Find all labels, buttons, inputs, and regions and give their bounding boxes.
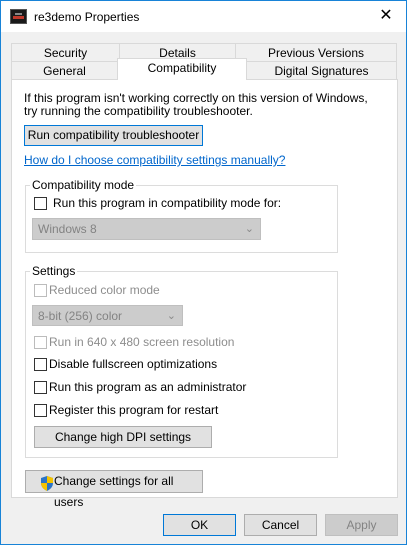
window-title: re3demo Properties (34, 10, 140, 24)
compatibility-mode-label: Compatibility mode (30, 178, 137, 192)
chevron-down-icon: ⌄ (244, 223, 254, 235)
register-restart-label: Register this program for restart (49, 403, 219, 417)
disable-fullscreen-checkbox[interactable] (34, 358, 47, 371)
apply-button[interactable]: Apply (325, 514, 398, 536)
properties-window: re3demo Properties ✕ Security Details Pr… (0, 0, 407, 545)
disable-fullscreen-label: Disable fullscreen optimizations (49, 357, 218, 371)
uac-shield-icon (41, 476, 53, 491)
app-icon (10, 9, 27, 24)
tab-security[interactable]: Security (11, 43, 120, 63)
title-bar[interactable]: re3demo Properties ✕ (1, 1, 406, 32)
resolution-640-checkbox[interactable] (34, 336, 47, 349)
compat-mode-checkbox[interactable] (34, 197, 47, 210)
os-version-select-value: Windows 8 (38, 222, 97, 236)
cancel-button[interactable]: Cancel (244, 514, 317, 536)
run-as-admin-label: Run this program as an administrator (49, 380, 247, 394)
color-mode-select-value: 8-bit (256) color (38, 309, 123, 323)
reduced-color-checkbox[interactable] (34, 284, 47, 297)
reduced-color-label: Reduced color mode (49, 283, 160, 297)
register-restart-checkbox[interactable] (34, 404, 47, 417)
tab-previous-versions[interactable]: Previous Versions (235, 43, 397, 63)
os-version-select[interactable]: Windows 8 ⌄ (32, 218, 261, 240)
run-troubleshooter-button[interactable]: Run compatibility troubleshooter (24, 125, 203, 146)
change-high-dpi-button[interactable]: Change high DPI settings (34, 426, 212, 448)
tab-digital-signatures[interactable]: Digital Signatures (246, 61, 397, 81)
manual-settings-link[interactable]: How do I choose compatibility settings m… (24, 153, 285, 167)
tab-general[interactable]: General (11, 61, 118, 81)
color-mode-select[interactable]: 8-bit (256) color ⌄ (32, 305, 183, 326)
settings-group-label: Settings (30, 264, 78, 278)
change-all-users-button[interactable]: Change settings for all users (25, 470, 203, 509)
intro-text: If this program isn't working correctly … (24, 92, 368, 118)
resolution-640-label: Run in 640 x 480 screen resolution (49, 335, 235, 349)
compat-mode-checkbox-label: Run this program in compatibility mode f… (53, 196, 282, 210)
chevron-down-icon: ⌄ (166, 310, 176, 322)
run-as-admin-checkbox[interactable] (34, 381, 47, 394)
change-all-users-label: Change settings for all users (54, 474, 174, 509)
tab-compatibility[interactable]: Compatibility (117, 58, 247, 80)
ok-button[interactable]: OK (163, 514, 236, 536)
close-button[interactable]: ✕ (373, 5, 399, 27)
intro-line-2: try running the compatibility troublesho… (24, 104, 253, 118)
